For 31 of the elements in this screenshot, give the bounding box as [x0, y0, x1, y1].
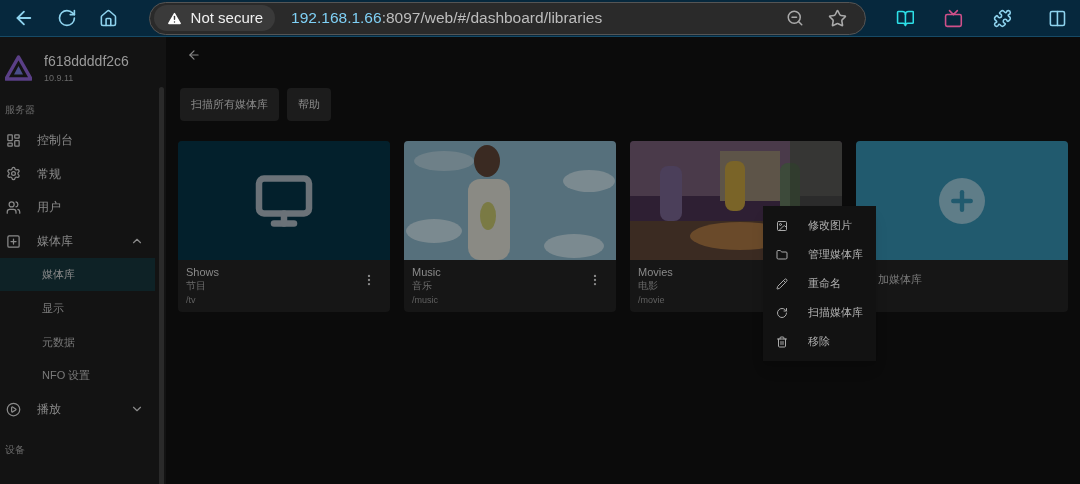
card-path: /movie: [638, 294, 665, 307]
card-title: Shows: [186, 265, 220, 279]
server-name: f618ddddf2c6: [44, 52, 129, 71]
sidebar-item[interactable]: 常规: [0, 157, 166, 191]
library-card[interactable]: Music 音乐 /music: [404, 141, 616, 312]
sidebar-item[interactable]: 控制台: [0, 123, 166, 158]
card-title: Music: [412, 265, 441, 279]
menu-item[interactable]: 移除: [763, 327, 876, 356]
section-title: 服务器: [4, 103, 36, 117]
url-text: 192.168.1.66:8097/web/#/dashboard/libraries: [291, 8, 603, 29]
card-title: Movies: [638, 265, 673, 279]
sidebar-subitem[interactable]: 媒体库: [0, 257, 155, 292]
sidebar-subitem[interactable]: 元数据: [0, 325, 155, 359]
sidebar-subitem[interactable]: 显示: [0, 291, 155, 326]
sidebar-subitem[interactable]: NFO 设置: [0, 358, 155, 393]
address-bar[interactable]: Not secure 192.168.1.66:8097/web/#/dashboard/libraries: [148, 1, 866, 35]
card-title: 加媒体库: [878, 273, 922, 285]
library-card[interactable]: Shows 节目 /tv: [178, 141, 390, 312]
server-version: 10.9.11: [44, 72, 75, 85]
sidebar-item[interactable]: 播放: [0, 392, 166, 426]
security-chip[interactable]: Not secure: [153, 5, 276, 31]
toolbar-button[interactable]: 扫描所有媒体库: [180, 88, 279, 121]
card-subtitle: 节目: [186, 279, 206, 293]
toolbar-button[interactable]: 帮助: [287, 88, 331, 121]
section-title: 设备: [4, 443, 26, 458]
card-subtitle: 音乐: [412, 279, 432, 293]
sidebar-item[interactable]: 用户: [0, 190, 166, 225]
card-subtitle: 电影: [638, 279, 658, 293]
sidebar-item[interactable]: 媒体库: [0, 224, 166, 258]
card-path: /tv: [186, 294, 196, 307]
card-path: /music: [412, 294, 438, 307]
